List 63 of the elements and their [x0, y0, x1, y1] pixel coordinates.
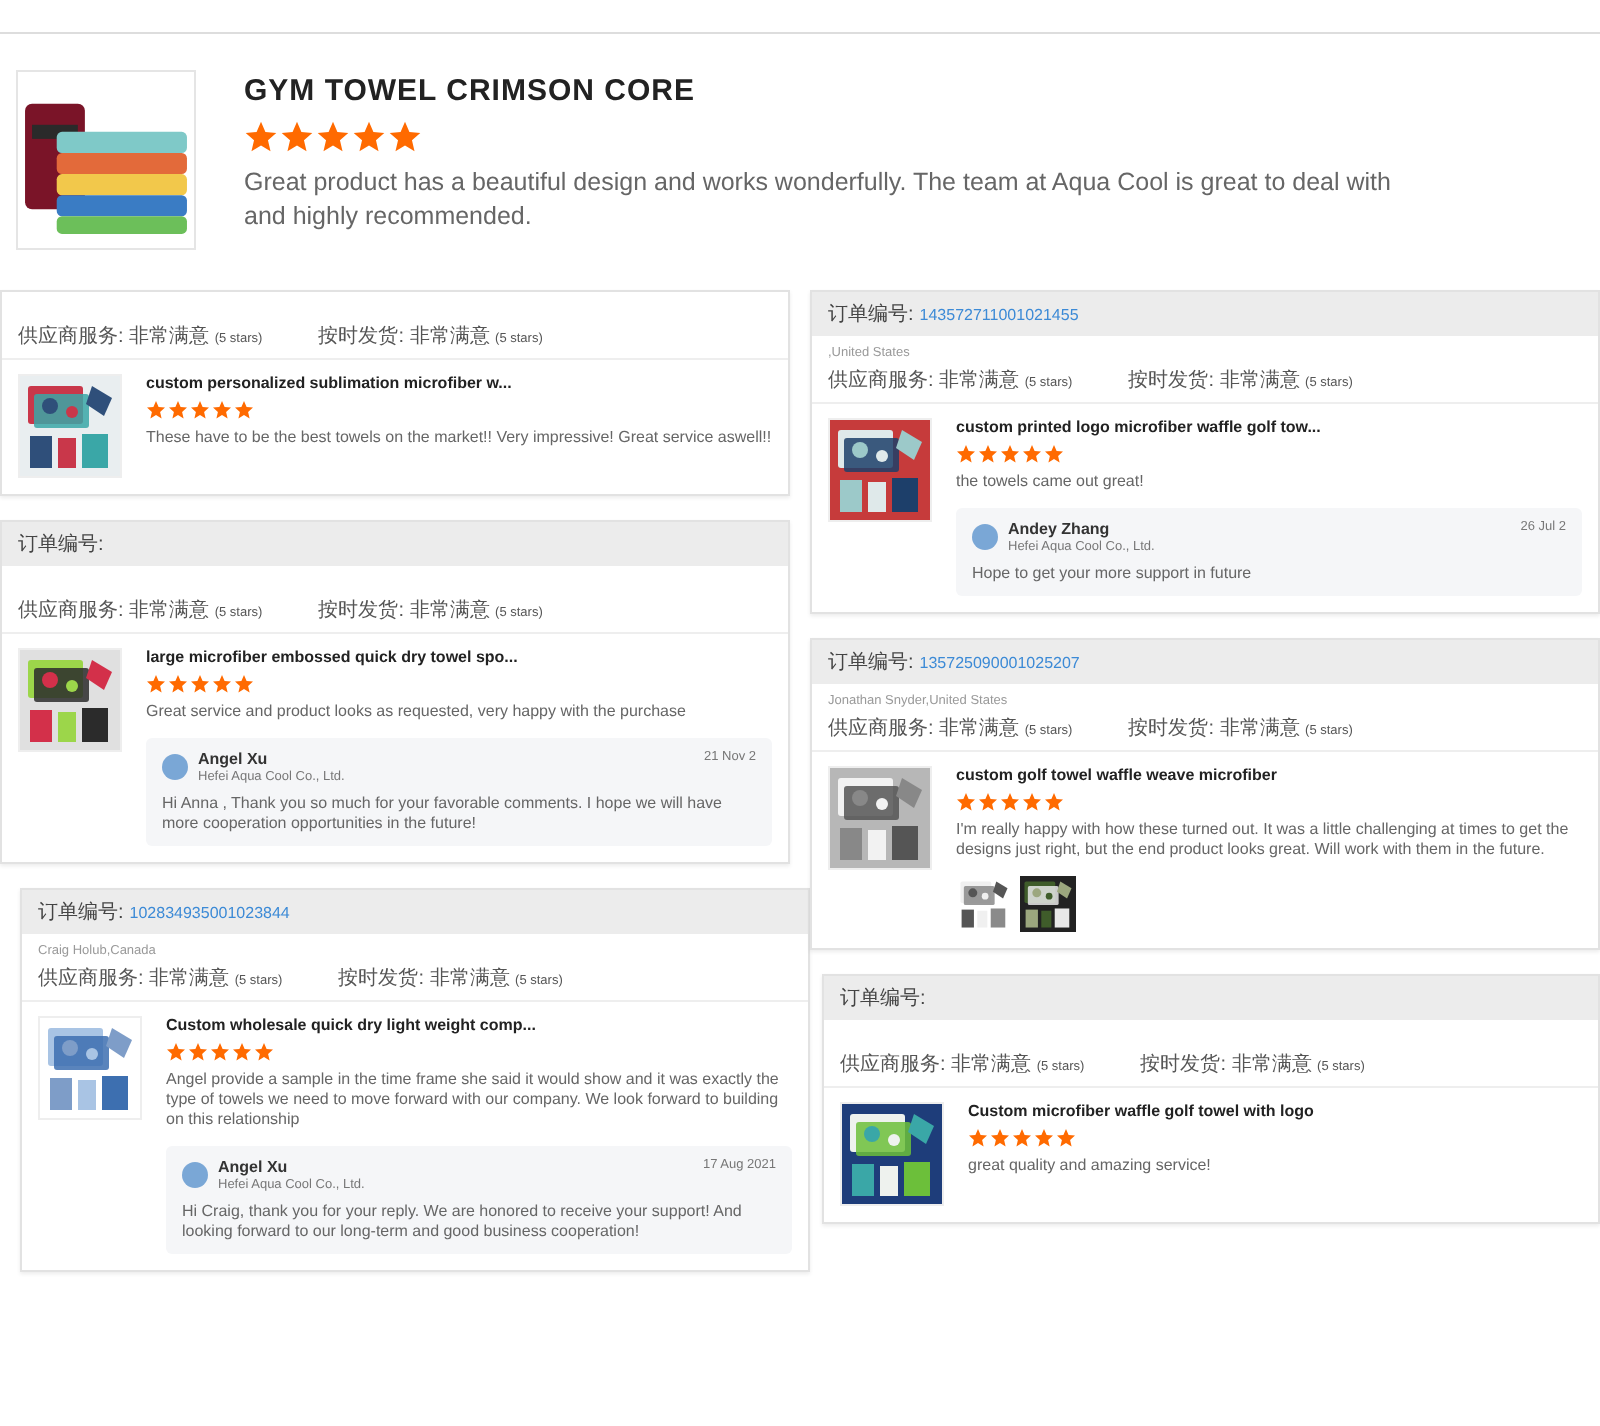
star-icon	[166, 1042, 186, 1062]
star-icon	[212, 400, 232, 420]
star-icon	[210, 1042, 230, 1062]
product-title[interactable]: Custom microfiber waffle golf towel with logo	[968, 1102, 1582, 1120]
star-icon	[1000, 444, 1020, 464]
star-icon	[1034, 1128, 1054, 1148]
review-text: I'm really happy with how these turned out. It was a little challenging at times to get the designs just right, but the end product looks great. Will work with them in the future.	[956, 820, 1571, 860]
star-icon	[234, 400, 254, 420]
order-label: 订单编号:	[18, 531, 104, 558]
avatar	[162, 754, 188, 780]
product-title[interactable]: Custom wholesale quick dry light weight comp...	[166, 1016, 792, 1034]
order-label: 订单编号:	[828, 649, 914, 676]
star-icon	[388, 120, 422, 154]
star-icon	[280, 120, 314, 154]
star-icon	[956, 792, 976, 812]
review-text: Angel provide a sample in the time frame she said it would show and it was exactly the type of towels we need to move forward with our company. We look forward to building on this relationship	[166, 1070, 781, 1130]
star-icon	[1012, 1128, 1032, 1148]
star-icon	[212, 674, 232, 694]
star-icon	[244, 120, 278, 154]
star-icon	[1044, 444, 1064, 464]
review-text: the towels came out great!	[956, 472, 1146, 492]
review-text: great quality and amazing service!	[968, 1156, 1213, 1176]
star-icon	[352, 120, 386, 154]
reply-text: Hi Anna , Thank you so much for your favorable comments. I hope we will have more cooperation opportunities in the future!	[162, 794, 724, 834]
product-title[interactable]: custom printed logo microfiber waffle golf tow...	[956, 418, 1582, 436]
star-icon	[316, 120, 350, 154]
star-icon	[254, 1042, 274, 1062]
star-icon	[956, 444, 976, 464]
product-title: GYM TOWEL CRIMSON CORE	[244, 74, 697, 108]
star-icon	[190, 400, 210, 420]
order-label: 订单编号:	[38, 899, 124, 926]
reply-text: Hope to get your more support in future	[972, 564, 1254, 584]
star-icon	[1022, 444, 1042, 464]
star-icon	[990, 1128, 1010, 1148]
star-icon	[1022, 792, 1042, 812]
avatar	[182, 1162, 208, 1188]
reply-text: Hi Craig, thank you for your reply. We are honored to receive your support! And looking forward to our long-term and good business cooperation!	[182, 1202, 744, 1242]
review-text: These have to be the best towels on the market!! Very impressive! Great service aswell!!	[146, 428, 772, 448]
review-text: Great product has a beautiful design and works wonderfully. The team at Aqua Cool is great to deal with and highly recommended.	[244, 166, 1393, 234]
order-label: 订单编号:	[828, 301, 914, 328]
star-icon	[190, 674, 210, 694]
star-icon	[168, 400, 188, 420]
star-icon	[234, 674, 254, 694]
star-icon	[188, 1042, 208, 1062]
star-icon	[978, 792, 998, 812]
reply-author: Angel Xu	[198, 750, 270, 768]
product-title[interactable]: custom personalized sublimation microfiber w...	[146, 374, 772, 392]
order-label: 订单编号:	[840, 985, 926, 1012]
star-icon	[978, 444, 998, 464]
star-icon	[146, 400, 166, 420]
product-title[interactable]: large microfiber embossed quick dry towel spo...	[146, 648, 772, 666]
star-icon	[168, 674, 188, 694]
star-icon	[1056, 1128, 1076, 1148]
product-title[interactable]: custom golf towel waffle weave microfiber	[956, 766, 1582, 784]
star-icon	[146, 674, 166, 694]
reply-author: Angel Xu	[218, 1158, 290, 1176]
star-icon	[232, 1042, 252, 1062]
review-text: Great service and product looks as requested, very happy with the purchase	[146, 702, 688, 722]
avatar	[972, 524, 998, 550]
reply-author: Andey Zhang	[1008, 520, 1112, 538]
star-icon	[1000, 792, 1020, 812]
star-icon	[1044, 792, 1064, 812]
star-icon	[968, 1128, 988, 1148]
